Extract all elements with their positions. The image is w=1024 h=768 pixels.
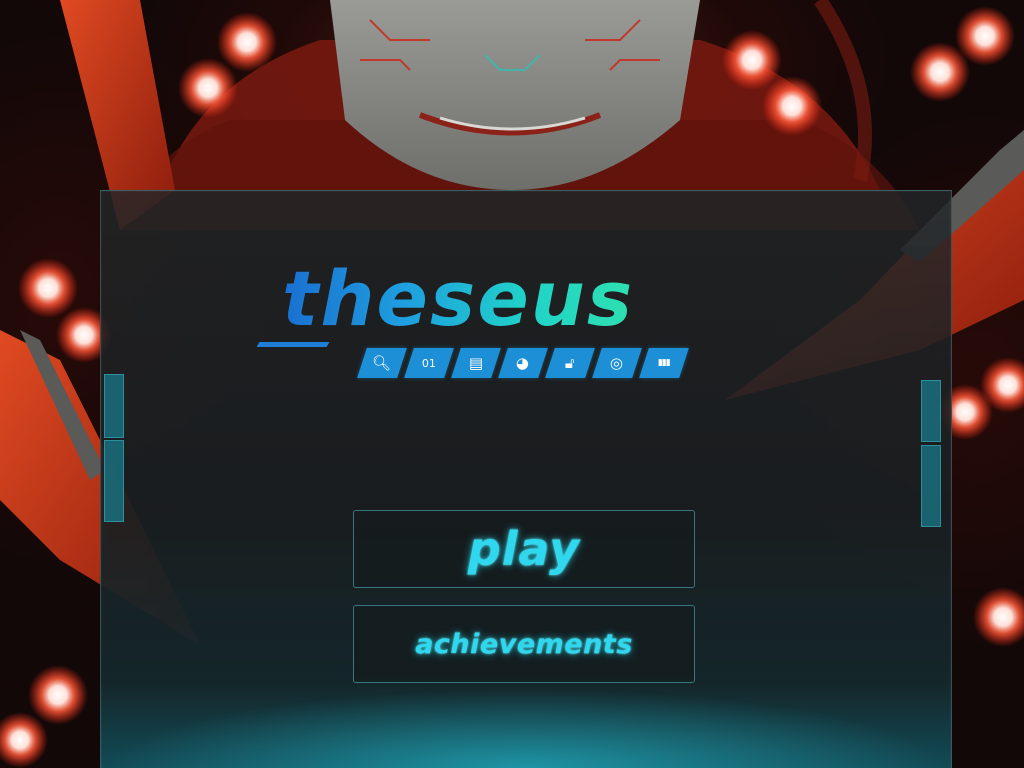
- game-title: theseus: [282, 254, 635, 343]
- left-side-tab-upper: [104, 374, 124, 438]
- achievements-button-label: achievements: [415, 628, 633, 660]
- barcode-icon: ▮▮▮: [639, 348, 689, 378]
- logo-underline: [256, 342, 330, 347]
- play-button[interactable]: play: [353, 510, 695, 588]
- document-icon: ▤: [451, 348, 501, 378]
- feature-icon-strip: 🔍︎ 01 ▤ ◕ 🔓︎ ◎ ▮▮▮: [357, 348, 689, 378]
- binary-icon: 01: [404, 348, 454, 378]
- spiral-icon: ◎: [592, 348, 642, 378]
- padlock-icon: 🔓︎: [545, 348, 595, 378]
- globe-icon: ◕: [498, 348, 548, 378]
- left-side-tab-lower: [104, 440, 124, 522]
- achievements-button[interactable]: achievements: [353, 605, 695, 683]
- play-button-label: play: [467, 522, 581, 576]
- title-screen: theseus 🔍︎ 01 ▤ ◕ 🔓︎ ◎ ▮▮▮ play achievem…: [0, 0, 1024, 768]
- panel-glow: [101, 679, 951, 768]
- right-side-tab-upper: [921, 380, 941, 442]
- right-side-tab-lower: [921, 445, 941, 527]
- game-logo: theseus: [256, 254, 778, 352]
- magnifier-icon: 🔍︎: [357, 348, 407, 378]
